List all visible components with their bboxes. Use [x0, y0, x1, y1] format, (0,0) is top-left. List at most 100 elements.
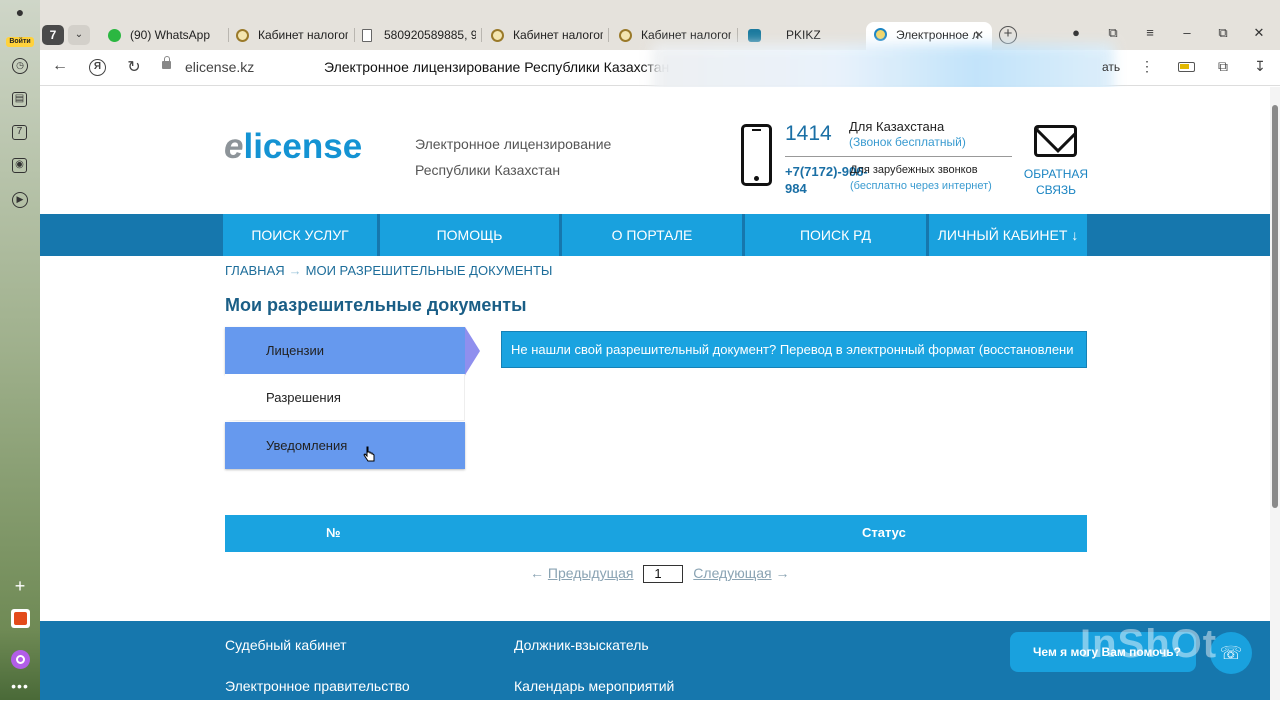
chevron-down-icon[interactable]: ⌄ — [68, 25, 90, 45]
hotline-note: (Звонок бесплатный) — [849, 135, 966, 149]
tab-label: Кабинет налогопл — [258, 28, 348, 42]
tab-cabinet-2[interactable]: Кабинет налогопл — [483, 23, 603, 48]
collections-icon[interactable]: ▤ — [12, 92, 27, 107]
nav-about[interactable]: О ПОРТАЛЕ — [562, 214, 745, 256]
restore-icon[interactable]: ⧉ — [1213, 25, 1233, 41]
footer-link-calendar[interactable]: Календарь мероприятий — [514, 678, 674, 694]
mail-icon[interactable] — [1034, 125, 1077, 157]
elicense-icon — [874, 28, 887, 41]
new-tab-button[interactable]: + — [999, 26, 1017, 44]
column-number: № — [326, 525, 341, 540]
lock-icon[interactable] — [162, 56, 171, 69]
prev-page-link[interactable]: Предыдущая — [548, 565, 634, 581]
menu-icon[interactable]: ≡ — [1140, 25, 1160, 40]
nav-search-services[interactable]: ПОИСК УСЛУГ — [223, 214, 380, 256]
screen: ● Войти ◷ ▤ 7 ◉ ▶ + ••• 7 ⌄ (90) WhatsAp… — [0, 0, 1280, 720]
side-item-notifications[interactable]: Уведомления — [225, 422, 465, 469]
download-icon[interactable]: ↧ — [1251, 58, 1269, 75]
breadcrumb-home[interactable]: ГЛАВНАЯ — [225, 263, 285, 278]
login-badge[interactable]: Войти — [6, 37, 34, 47]
footer-link-debtor[interactable]: Должник-взыскатель — [514, 637, 649, 653]
intl-note: (бесплатно через интернет) — [850, 180, 992, 192]
yandex-icon[interactable]: Я — [89, 59, 106, 76]
logo-tagline: Электронное лицензирование Республики Ка… — [415, 131, 611, 183]
nav-personal-cabinet[interactable]: ЛИЧНЫЙ КАБИНЕТ ↓ — [929, 214, 1087, 256]
tab-label: Электронное л — [896, 28, 980, 42]
prev-arrow-icon: ← — [530, 565, 544, 581]
add-panel-icon[interactable]: + — [10, 576, 30, 596]
account-icon[interactable]: ● — [1066, 25, 1086, 40]
tab-separator — [608, 28, 609, 42]
breadcrumb-current: МОИ РАЗРЕШИТЕЛЬНЫЕ ДОКУМЕНТЫ — [305, 263, 553, 278]
screenshot-icon[interactable]: ◉ — [12, 158, 27, 173]
whatsapp-icon — [108, 29, 121, 42]
reload-icon[interactable]: ↻ — [124, 57, 144, 77]
next-arrow-icon: → — [775, 565, 790, 581]
more-icon[interactable]: ••• — [10, 676, 30, 696]
minimize-icon[interactable]: – — [1177, 25, 1197, 40]
side-item-permits[interactable]: Разрешения — [225, 374, 465, 421]
kebab-menu-icon[interactable]: ⋮ — [1138, 58, 1156, 75]
logo-e: e — [224, 127, 244, 166]
url-text[interactable]: elicense.kz — [185, 59, 254, 75]
column-status: Статус — [862, 525, 906, 540]
tab-document[interactable]: 580920589885, 98 — [354, 23, 476, 48]
footer-link-court[interactable]: Судебный кабинет — [225, 637, 347, 653]
play-icon[interactable]: ▶ — [12, 192, 28, 208]
logo-license: license — [243, 127, 363, 166]
battery-icon[interactable] — [1178, 62, 1195, 72]
tax-emblem-icon — [619, 29, 632, 42]
tab-label: (90) WhatsApp — [130, 28, 211, 42]
hand-cursor-icon — [363, 446, 375, 462]
web-page: elicense Электронное лицензирование Респ… — [40, 87, 1270, 700]
tab-cabinet-1[interactable]: Кабинет налогопл — [228, 23, 348, 48]
nav-help[interactable]: ПОМОЩЬ — [380, 214, 562, 256]
hotline-number[interactable]: 1414 — [785, 122, 832, 146]
hotline-label: Для Казахстана — [849, 119, 945, 134]
tab-label: Кабинет налогопл — [641, 28, 731, 42]
documents-table-header: № Статус — [225, 515, 1087, 552]
tab-label: PKIKZ — [786, 28, 821, 42]
seven-app-icon[interactable]: 7 — [12, 125, 27, 140]
contact-divider — [785, 156, 1012, 157]
tab-separator — [737, 28, 738, 42]
document-icon — [362, 29, 372, 42]
back-icon[interactable]: ← — [50, 57, 70, 75]
nav-search-rd[interactable]: ПОИСК РД — [745, 214, 929, 256]
extensions-icon[interactable]: ⧉ — [1214, 58, 1232, 75]
feedback-link[interactable]: ОБРАТНАЯ СВЯЗЬ — [1016, 166, 1096, 198]
tagline-line-1: Электронное лицензирование — [415, 136, 612, 152]
tab-strip-top — [0, 0, 1280, 20]
tab-whatsapp[interactable]: (90) WhatsApp — [100, 23, 226, 48]
breadcrumb: ГЛАВНАЯ → МОИ РАЗРЕШИТЕЛЬНЫЕ ДОКУМЕНТЫ — [225, 263, 552, 278]
next-page-link[interactable]: Следующая — [693, 565, 771, 581]
alice-icon[interactable] — [11, 650, 30, 669]
page-title-in-address: Электронное лицензирование Республики Ка… — [324, 59, 670, 75]
footer-link-egov[interactable]: Электронное правительство — [225, 678, 410, 694]
tax-emblem-icon — [491, 29, 504, 42]
window-close-icon[interactable]: ✕ — [1249, 25, 1269, 41]
bookmarks-icon[interactable]: ⧉ — [1103, 25, 1123, 41]
pagination: ← Предыдущая 1 Следующая → — [530, 565, 790, 584]
restore-document-banner[interactable]: Не нашли свой разрешительный документ? П… — [501, 331, 1087, 368]
address-tail-text: ать — [1102, 60, 1121, 74]
intl-label: Для зарубежных звонков — [850, 164, 978, 176]
scrollbar-thumb[interactable] — [1272, 105, 1278, 508]
active-indicator-arrow — [465, 327, 480, 375]
page-number-input[interactable]: 1 — [643, 565, 684, 584]
history-icon[interactable]: ◷ — [12, 58, 28, 74]
intl-number[interactable]: +7(7172)-906-984 — [785, 163, 868, 197]
breadcrumb-arrow: → — [288, 263, 302, 278]
profile-icon[interactable]: ● — [10, 2, 30, 22]
inshot-watermark: InShOt — [1080, 622, 1218, 666]
tagline-line-2: Республики Казахстан — [415, 162, 561, 178]
browser-sidebar: ● Войти ◷ ▤ 7 ◉ ▶ + ••• — [0, 0, 40, 700]
tab-label: Кабинет налогопл — [513, 28, 603, 42]
side-item-licenses[interactable]: Лицензии — [225, 327, 465, 374]
tab-label: 580920589885, 98 — [384, 28, 476, 42]
tab-count-button[interactable]: 7 — [42, 25, 64, 45]
office-icon[interactable] — [11, 609, 30, 628]
page-title: Мои разрешительные документы — [225, 295, 527, 315]
tax-emblem-icon — [236, 29, 249, 42]
elicense-logo[interactable]: elicense — [224, 127, 362, 167]
